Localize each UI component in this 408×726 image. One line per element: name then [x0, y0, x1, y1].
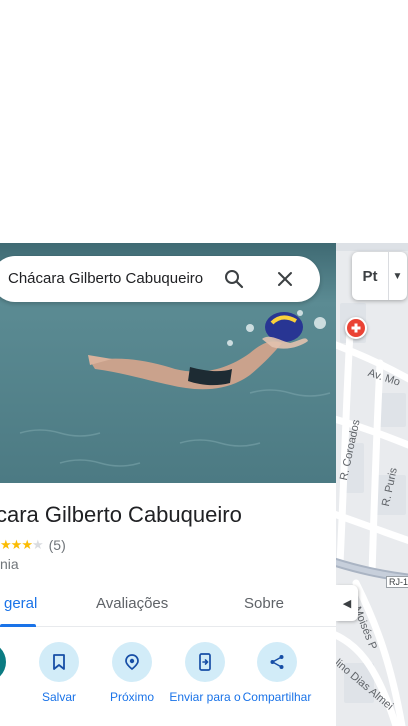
- place-title: cara Gilberto Cabuqueiro: [0, 502, 242, 527]
- action-label: Enviar para o: [169, 690, 241, 704]
- tab-about[interactable]: Sobre: [244, 595, 284, 612]
- send-to-phone-icon: [185, 642, 225, 682]
- action-label: Próximo: [109, 690, 154, 704]
- nearby-icon: [112, 642, 152, 682]
- star-icon: ★: [0, 537, 12, 552]
- close-icon[interactable]: [275, 269, 295, 289]
- chevron-left-icon: ◀: [342, 597, 352, 610]
- maps-screen: Av. Mo R. Coroados R. Puris RJ-1 Moisés …: [0, 0, 408, 726]
- directions-icon: [0, 642, 6, 682]
- place-category[interactable]: nia: [0, 556, 19, 572]
- star-icon: ★: [10, 537, 23, 552]
- collapse-panel-button[interactable]: ◀: [336, 585, 358, 621]
- active-tab-indicator: [0, 624, 36, 627]
- highway-shield: RJ-1: [386, 576, 408, 588]
- action-label: Compartilhar: [242, 690, 312, 704]
- review-count[interactable]: (5): [49, 537, 66, 553]
- hospital-pin-icon[interactable]: [345, 317, 367, 339]
- bookmark-icon: [39, 642, 79, 682]
- search-box[interactable]: Chácara Gilberto Cabuqueiro: [0, 256, 320, 302]
- chevron-down-icon[interactable]: ▼: [388, 252, 406, 300]
- share-icon: [257, 642, 297, 682]
- medical-cross-icon: [351, 323, 361, 333]
- star-empty-icon: ★: [31, 537, 44, 552]
- map-canvas[interactable]: Av. Mo R. Coroados R. Puris RJ-1 Moisés …: [336, 243, 408, 726]
- rating-stars: ★ ★ ★ ★: [0, 537, 44, 553]
- star-icon: ★: [21, 537, 33, 552]
- search-input[interactable]: Chácara Gilberto Cabuqueiro: [8, 270, 203, 287]
- layers-label: Pt: [362, 267, 378, 285]
- action-label: Salvar: [41, 690, 76, 704]
- rating-row[interactable]: ★ ★ ★ ★ (5): [0, 536, 66, 554]
- save-button[interactable]: Salvar: [19, 642, 99, 705]
- nearby-button[interactable]: Próximo: [92, 642, 172, 705]
- tab-overview[interactable]: geral: [4, 595, 37, 612]
- map-language-button[interactable]: Pt ▼: [352, 252, 407, 300]
- share-button[interactable]: Compartilhar: [237, 642, 317, 705]
- search-icon[interactable]: [222, 267, 246, 291]
- send-to-phone-button[interactable]: Enviar para o: [165, 642, 245, 705]
- place-tabs: geral Avaliações Sobre: [0, 583, 336, 627]
- map-roads: [336, 243, 408, 726]
- tab-reviews[interactable]: Avaliações: [96, 595, 168, 612]
